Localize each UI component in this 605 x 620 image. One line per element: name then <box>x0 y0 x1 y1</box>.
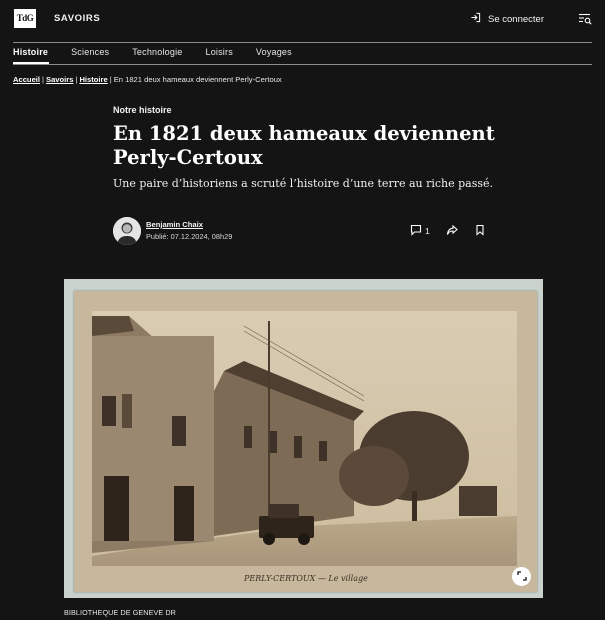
nav-item-histoire[interactable]: Histoire <box>13 47 48 57</box>
nav-item-technologie[interactable]: Technologie <box>132 47 182 57</box>
nav-divider <box>13 64 592 65</box>
article-title: En 1821 deux hameaux deviennent Perly-Ce… <box>113 122 495 169</box>
login-button[interactable]: Se connecter <box>470 12 544 26</box>
expand-image-button[interactable] <box>512 567 531 586</box>
breadcrumb-separator: | <box>75 75 78 84</box>
article-lede: Une paire d’historiens a scruté l’histoi… <box>113 177 494 190</box>
share-button[interactable] <box>446 224 458 238</box>
nav-item-voyages[interactable]: Voyages <box>256 47 292 57</box>
breadcrumb-savoirs[interactable]: Savoirs <box>46 75 73 84</box>
comment-icon <box>410 224 422 238</box>
top-bar: TdG SAVOIRS Se connecter <box>0 0 605 42</box>
site-logo[interactable]: TdG <box>14 9 36 28</box>
bookmark-icon <box>474 224 486 238</box>
bookmark-button[interactable] <box>474 224 486 238</box>
breadcrumb-histoire[interactable]: Histoire <box>79 75 107 84</box>
breadcrumb: Accueil | Savoirs | Histoire | En 1821 deux ha… <box>13 75 282 84</box>
comments-count: 1 <box>425 226 430 236</box>
author-name[interactable]: Benjamin Chaix <box>146 220 203 229</box>
breadcrumb-current: En 1821 deux hameaux deviennent Perly-Ce… <box>113 75 282 84</box>
nav-item-sciences[interactable]: Sciences <box>71 47 109 57</box>
byline: Benjamin Chaix Publié: 07.12.2024, 08h29… <box>113 217 493 247</box>
breadcrumb-accueil[interactable]: Accueil <box>13 75 40 84</box>
author-avatar[interactable] <box>113 217 141 245</box>
expand-icon <box>516 568 527 586</box>
postcard-caption: PERLY-CERTOUX — Le village <box>243 574 368 583</box>
login-icon <box>470 12 481 26</box>
menu-search-icon[interactable] <box>578 12 592 26</box>
main-nav: Histoire Sciences Technologie Loisirs Vo… <box>13 47 315 57</box>
article-photo[interactable]: PERLY-CERTOUX — Le village <box>64 279 543 598</box>
postcard-image: PERLY-CERTOUX — Le village <box>74 291 537 592</box>
publish-date: Publié: 07.12.2024, 08h29 <box>146 232 233 241</box>
article-actions: 1 <box>410 224 502 238</box>
share-icon <box>446 224 458 238</box>
section-title[interactable]: SAVOIRS <box>54 13 100 24</box>
photo-credit: BIBLIOTHEQUE DE GENEVE DR <box>64 608 176 617</box>
article-kicker: Notre histoire <box>113 105 172 115</box>
login-label: Se connecter <box>488 13 544 25</box>
comments-button[interactable]: 1 <box>410 224 430 238</box>
breadcrumb-separator: | <box>42 75 44 84</box>
breadcrumb-separator: | <box>109 75 112 84</box>
nav-item-loisirs[interactable]: Loisirs <box>205 47 232 57</box>
header-divider <box>13 42 592 43</box>
